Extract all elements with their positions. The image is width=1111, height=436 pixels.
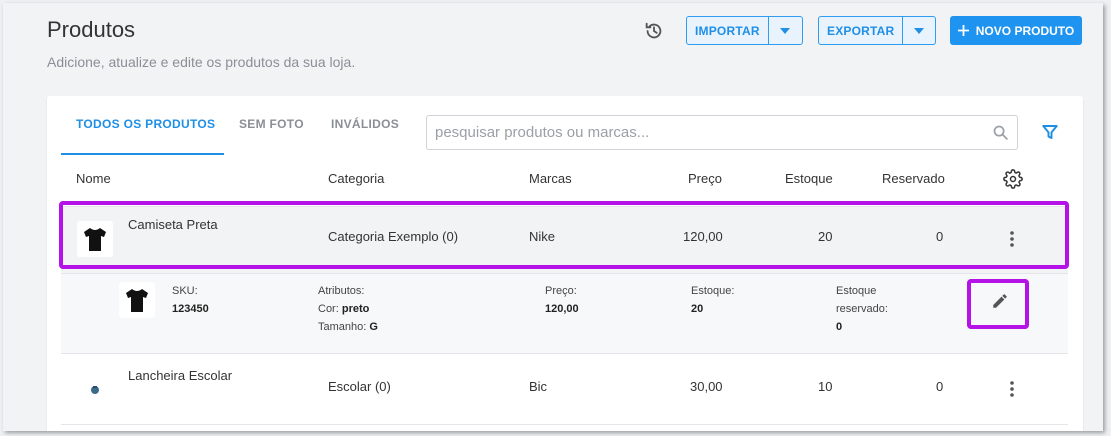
plus-icon bbox=[957, 25, 969, 36]
variant-stock-value: 20 bbox=[691, 303, 704, 315]
table-row[interactable]: Camiseta Preta Categoria Exemplo (0) Nik… bbox=[61, 206, 1068, 274]
new-product-button[interactable]: NOVO PRODUTO bbox=[950, 16, 1082, 45]
column-header-price[interactable]: Preço bbox=[688, 171, 722, 186]
product-name[interactable]: Camiseta Preta bbox=[128, 217, 218, 232]
tshirt-icon bbox=[84, 228, 106, 251]
import-dropdown-toggle[interactable] bbox=[769, 17, 802, 44]
attribute-color: Cor: preto bbox=[318, 303, 370, 315]
column-header-brand[interactable]: Marcas bbox=[529, 171, 572, 186]
product-name[interactable]: Lancheira Escolar bbox=[128, 368, 232, 383]
product-reserved: 0 bbox=[936, 379, 944, 394]
tab-no-photo[interactable]: SEM FOTO bbox=[239, 117, 304, 131]
products-card: TODOS OS PRODUTOS SEM FOTO INVÁLIDOS Nom… bbox=[47, 96, 1083, 431]
export-dropdown-toggle[interactable] bbox=[903, 17, 935, 44]
page-subtitle: Adicione, atualize e edite os produtos d… bbox=[47, 54, 356, 70]
import-button[interactable]: IMPORTAR bbox=[687, 17, 769, 44]
product-category: Categoria Exemplo (0) bbox=[328, 229, 459, 244]
filter-icon[interactable] bbox=[1041, 123, 1059, 141]
tab-invalid[interactable]: INVÁLIDOS bbox=[331, 117, 399, 131]
more-vert-icon[interactable] bbox=[1004, 379, 1020, 399]
variant-attributes: Atributos: Cor: preto Tamanho: G bbox=[318, 282, 378, 336]
variant-price-label: Preço: bbox=[545, 285, 577, 297]
product-variant-row: SKU: 123450 Atributos: Cor: preto Tamanh… bbox=[61, 274, 1068, 354]
product-price: 120,00 bbox=[683, 229, 723, 244]
page-title: Produtos bbox=[47, 17, 136, 42]
app-frame: Produtos Adicione, atualize e edite os p… bbox=[3, 3, 1103, 431]
attribute-size: Tamanho: G bbox=[318, 321, 378, 333]
variant-price-value: 120,00 bbox=[545, 303, 579, 315]
variant-stock: Estoque: 20 bbox=[691, 282, 734, 318]
product-reserved: 0 bbox=[936, 229, 944, 244]
new-product-label: NOVO PRODUTO bbox=[975, 23, 1075, 38]
column-header-name[interactable]: Nome bbox=[76, 171, 111, 186]
variant-reserved: Estoque reservado: 0 bbox=[836, 282, 888, 336]
column-header-stock[interactable]: Estoque bbox=[785, 171, 833, 186]
pencil-icon bbox=[993, 294, 1007, 308]
table-row[interactable]: Lancheira Escolar Escolar (0) Bic 30,00 … bbox=[61, 355, 1068, 425]
search-input[interactable] bbox=[427, 116, 983, 149]
sku-label: SKU: bbox=[172, 285, 198, 297]
variant-thumbnail bbox=[119, 282, 155, 318]
chevron-down-icon bbox=[780, 27, 791, 34]
variant-reserved-value: 0 bbox=[836, 321, 843, 333]
tab-all-products[interactable]: TODOS OS PRODUTOS bbox=[76, 117, 215, 131]
history-icon[interactable] bbox=[643, 20, 665, 42]
gear-icon[interactable] bbox=[1003, 169, 1023, 189]
variant-price: Preço: 120,00 bbox=[545, 282, 579, 318]
product-brand: Bic bbox=[529, 379, 548, 394]
column-header-category[interactable]: Categoria bbox=[328, 171, 384, 186]
export-split-button: EXPORTAR bbox=[818, 16, 936, 45]
variant-reserved-label-2: reservado: bbox=[836, 303, 888, 315]
sku-value: 123450 bbox=[172, 303, 209, 315]
product-price: 30,00 bbox=[690, 379, 723, 394]
search-box bbox=[426, 115, 1018, 150]
attributes-label: Atributos: bbox=[318, 285, 365, 297]
variant-sku: SKU: 123450 bbox=[172, 282, 209, 318]
product-brand: Nike bbox=[529, 229, 556, 244]
import-split-button: IMPORTAR bbox=[686, 16, 803, 45]
variant-reserved-label: Estoque bbox=[836, 285, 877, 297]
chevron-down-icon bbox=[914, 27, 925, 34]
more-vert-icon[interactable] bbox=[1004, 229, 1020, 249]
product-category: Escolar (0) bbox=[328, 379, 391, 394]
lunchbox-icon bbox=[91, 386, 99, 394]
product-thumbnail bbox=[77, 221, 113, 257]
edit-variant-button[interactable] bbox=[988, 289, 1012, 313]
product-stock: 10 bbox=[818, 379, 833, 394]
product-stock: 20 bbox=[818, 229, 833, 244]
column-header-reserved[interactable]: Reservado bbox=[882, 171, 945, 186]
variant-stock-label: Estoque: bbox=[691, 285, 735, 297]
search-icon[interactable] bbox=[983, 124, 1017, 141]
active-tab-indicator bbox=[61, 153, 224, 155]
product-thumbnail bbox=[77, 372, 113, 408]
tshirt-icon bbox=[126, 289, 148, 312]
export-button[interactable]: EXPORTAR bbox=[819, 17, 904, 44]
